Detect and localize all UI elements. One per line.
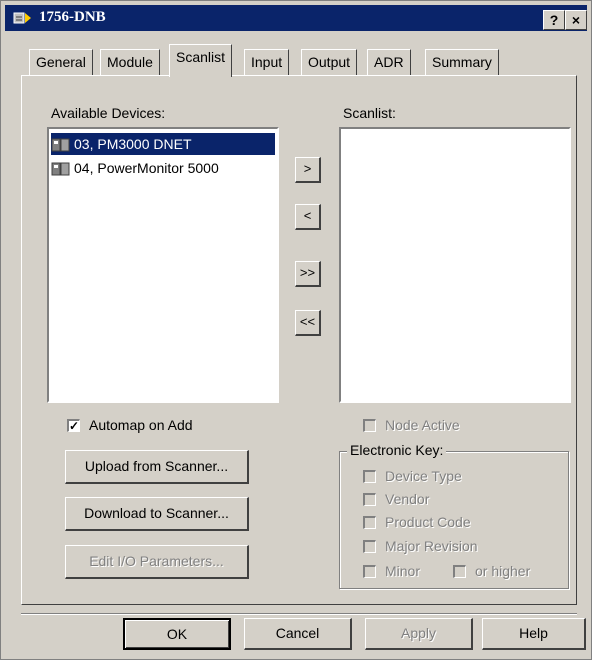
edit-io-parameters-button[interactable]: Edit I/O Parameters... (65, 545, 249, 579)
major-revision-label: Major Revision (385, 538, 478, 554)
list-item-label: 03, PM3000 DNET (74, 136, 192, 152)
title-bar[interactable]: 1756-DNB ? × (5, 5, 587, 31)
add-device-button[interactable]: > (295, 157, 321, 183)
tab-scanlist[interactable]: Scanlist (169, 44, 233, 77)
list-item-label: 04, PowerMonitor 5000 (74, 160, 219, 176)
remove-device-button[interactable]: < (295, 204, 321, 230)
list-item[interactable]: 03, PM3000 DNET (51, 133, 275, 155)
automap-label: Automap on Add (89, 417, 193, 433)
node-active-label: Node Active (385, 417, 460, 433)
close-title-button[interactable]: × (565, 10, 587, 30)
or-higher-checkbox[interactable] (453, 565, 466, 578)
tab-summary[interactable]: Summary (425, 49, 499, 75)
app-icon (13, 12, 31, 24)
device-type-label: Device Type (385, 468, 462, 484)
available-devices-list[interactable]: 03, PM3000 DNET 04, PowerMonitor 5000 (47, 127, 279, 403)
major-revision-checkbox[interactable] (363, 540, 376, 553)
vendor-checkbox[interactable] (363, 493, 376, 506)
cancel-button[interactable]: Cancel (244, 618, 352, 650)
help-title-button[interactable]: ? (543, 10, 565, 30)
tab-module[interactable]: Module (100, 49, 160, 75)
scanlist-label: Scanlist: (343, 105, 396, 121)
minor-label: Minor (385, 563, 421, 579)
upload-from-scanner-button[interactable]: Upload from Scanner... (65, 450, 249, 484)
apply-button[interactable]: Apply (365, 618, 473, 650)
ok-button[interactable]: OK (123, 618, 231, 650)
available-devices-label: Available Devices: (51, 105, 166, 121)
add-all-button[interactable]: >> (295, 261, 321, 287)
download-to-scanner-button[interactable]: Download to Scanner... (65, 497, 249, 531)
device-type-checkbox[interactable] (363, 470, 376, 483)
tab-adr[interactable]: ADR (367, 49, 411, 75)
remove-all-button[interactable]: << (295, 310, 321, 336)
product-code-checkbox[interactable] (363, 516, 376, 529)
minor-checkbox[interactable] (363, 565, 376, 578)
or-higher-label: or higher (475, 563, 531, 579)
help-button[interactable]: Help (482, 618, 586, 650)
scanlist-list[interactable] (339, 127, 571, 403)
automap-checkbox[interactable]: ✓ (67, 419, 80, 432)
dialog-window: 1756-DNB ? × General Module Scanlist Inp… (0, 0, 592, 660)
device-icon (51, 162, 70, 176)
tab-input[interactable]: Input (244, 49, 290, 75)
electronic-key-title: Electronic Key: (347, 442, 447, 458)
product-code-label: Product Code (385, 514, 471, 530)
node-active-checkbox[interactable] (363, 419, 376, 432)
footer-separator (21, 613, 577, 615)
device-icon (51, 138, 70, 152)
list-item[interactable]: 04, PowerMonitor 5000 (51, 157, 275, 179)
window-title: 1756-DNB (39, 9, 106, 25)
tab-output[interactable]: Output (301, 49, 358, 75)
tab-general[interactable]: General (29, 49, 93, 75)
vendor-label: Vendor (385, 491, 430, 507)
